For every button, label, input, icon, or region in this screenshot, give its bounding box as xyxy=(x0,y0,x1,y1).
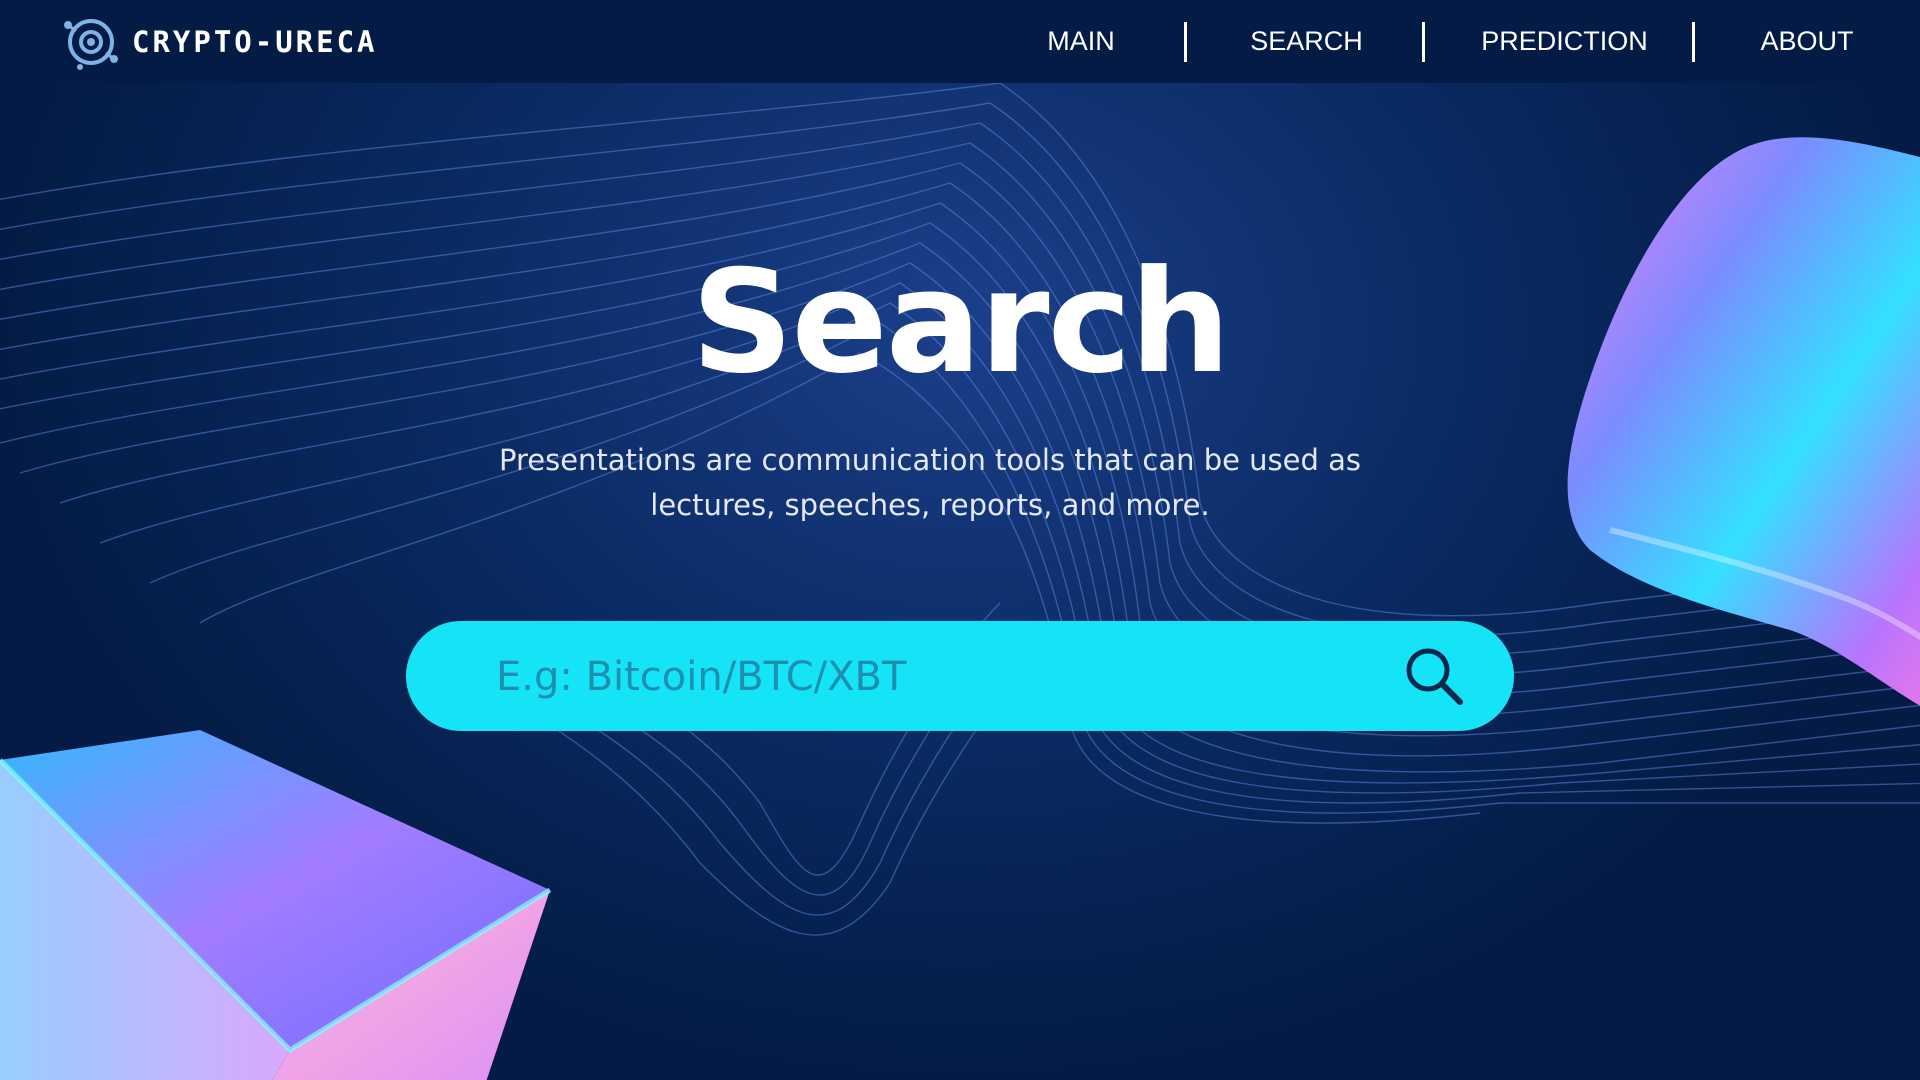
decorative-blob-graphic xyxy=(1567,137,1920,706)
nav-divider xyxy=(1422,21,1425,62)
nav-divider xyxy=(1692,21,1695,62)
hero-description: Presentations are communication tools th… xyxy=(498,443,1362,522)
search-page: CRYPTO-URECA MAIN SEARCH PREDICTION ABOU… xyxy=(0,0,1920,1080)
nav-item-main[interactable]: MAIN xyxy=(1011,26,1151,57)
nav-item-search[interactable]: SEARCH xyxy=(1224,26,1389,57)
orbit-logo-icon xyxy=(64,19,118,70)
nav-divider xyxy=(1184,21,1187,62)
brand-logo[interactable]: CRYPTO-URECA xyxy=(60,12,378,72)
nav-item-prediction[interactable]: PREDICTION xyxy=(1467,26,1662,57)
search-icon[interactable] xyxy=(1402,644,1466,708)
search-bar xyxy=(406,621,1514,731)
top-navbar: CRYPTO-URECA MAIN SEARCH PREDICTION ABOU… xyxy=(0,0,1920,83)
search-input[interactable] xyxy=(494,641,1338,713)
decorative-cube-graphic xyxy=(0,730,552,1080)
main-nav: MAIN SEARCH PREDICTION ABOUT xyxy=(1011,0,1920,83)
page-title: Search xyxy=(691,240,1231,405)
nav-item-about[interactable]: ABOUT xyxy=(1737,26,1877,57)
brand-name: CRYPTO-URECA xyxy=(132,25,378,59)
